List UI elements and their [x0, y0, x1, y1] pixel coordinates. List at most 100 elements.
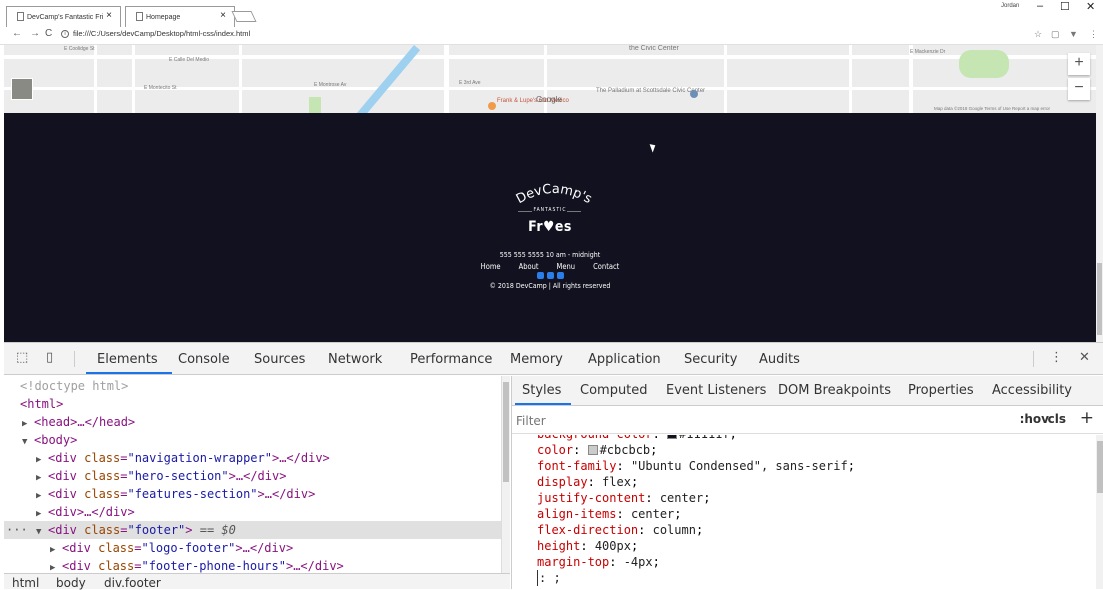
css-rules[interactable]: background-color: #11111f; color: #cbcbc… [512, 435, 1096, 589]
device-toolbar-icon[interactable]: ▯ [46, 350, 62, 366]
place-pin-icon[interactable] [690, 90, 698, 98]
tree-node-features-section[interactable]: ▶ <div class="features-section">…</div> [36, 485, 315, 503]
color-swatch[interactable] [667, 435, 678, 439]
reload-icon[interactable]: C [45, 28, 52, 39]
page-icon [17, 12, 24, 21]
css-new-declaration-input[interactable]: : ; [537, 570, 561, 586]
tab-properties[interactable]: Properties [908, 383, 974, 398]
expand-triangle-icon: ▶ [50, 563, 56, 573]
styles-scrollbar-thumb[interactable] [1097, 441, 1103, 493]
tab-application[interactable]: Application [588, 352, 661, 367]
tree-node-logo-footer[interactable]: ▶ <div class="logo-footer">…</div> [50, 539, 293, 557]
tab-dom-breakpoints[interactable]: DOM Breakpoints [778, 383, 891, 398]
css-declaration[interactable]: display: flex; [537, 474, 638, 490]
elements-tree[interactable]: <!doctype html> <html> ▶ <head>…</head> ▼… [4, 376, 501, 573]
google-map[interactable]: E Coolidge St E Calle Del Medio E Montec… [4, 45, 1096, 113]
url-field[interactable]: i file:///C:/Users/devCamp/Desktop/html-… [61, 29, 250, 38]
tab-accessibility[interactable]: Accessibility [992, 383, 1072, 398]
breadcrumb: html body div.footer [4, 573, 510, 590]
css-declaration[interactable]: margin-top: -4px; [537, 554, 660, 570]
styles-pane: Styles Computed Event Listeners DOM Brea… [511, 376, 1103, 589]
tree-node-div[interactable]: ▶ <div>…</div> [36, 503, 135, 521]
tree-node-footer-selected[interactable]: ··· ▼ <div class="footer"> == $0 [4, 521, 501, 539]
google-logo: Google [536, 95, 562, 104]
page-scrollbar-thumb[interactable] [1097, 263, 1102, 335]
extension-icon[interactable]: ▢ [1051, 29, 1060, 40]
color-swatch[interactable] [587, 445, 598, 455]
devtools-tab-bar: ⬚ ▯ Elements Console Sources Network Per… [4, 343, 1103, 375]
page-scrollbar[interactable] [1096, 45, 1103, 342]
css-declaration[interactable]: justify-content: center; [537, 490, 710, 506]
window-close-icon[interactable]: ✕ [1086, 0, 1095, 13]
bookmark-star-icon[interactable]: ☆ [1034, 29, 1042, 40]
css-declaration[interactable]: align-items: center; [537, 506, 682, 522]
styles-filter-input[interactable] [516, 410, 972, 431]
tab-performance[interactable]: Performance [410, 352, 492, 367]
tree-node-doctype[interactable]: <!doctype html> [20, 377, 128, 395]
footer-link-home[interactable]: Home [481, 262, 501, 271]
toolbar-divider [1033, 351, 1034, 367]
tab-console[interactable]: Console [178, 352, 230, 367]
styles-scrollbar[interactable] [1096, 435, 1103, 589]
css-declaration[interactable]: height: 400px; [537, 538, 638, 554]
zoom-out-button[interactable]: − [1068, 78, 1090, 100]
tree-node-body[interactable]: ▼ <body> [22, 431, 77, 449]
twitter-icon[interactable] [546, 272, 554, 279]
back-icon[interactable]: ← [12, 28, 22, 39]
forward-icon[interactable]: → [30, 28, 40, 39]
facebook-icon[interactable] [556, 272, 564, 279]
menu-dots-icon[interactable]: ⋮ [1089, 29, 1098, 40]
tab-styles[interactable]: Styles [522, 383, 561, 398]
devtools-close-icon[interactable]: ✕ [1079, 350, 1095, 366]
css-declaration[interactable]: color: #cbcbcb; [537, 442, 657, 458]
footer-link-menu[interactable]: Menu [557, 262, 576, 271]
elements-scrollbar[interactable] [501, 376, 510, 573]
satellite-view-toggle[interactable] [11, 78, 33, 100]
elements-scrollbar-thumb[interactable] [503, 382, 509, 482]
tree-node-html[interactable]: <html> [20, 395, 63, 413]
toolbar-divider [74, 351, 75, 367]
inspect-element-icon[interactable]: ⬚ [16, 350, 32, 366]
restaurant-pin-icon[interactable] [488, 102, 496, 110]
css-declaration[interactable]: flex-direction: column; [537, 522, 703, 538]
mouse-cursor-icon [649, 142, 658, 153]
tab-security[interactable]: Security [684, 352, 737, 367]
footer-link-about[interactable]: About [519, 262, 539, 271]
new-tab-button[interactable] [231, 11, 257, 22]
browser-tab[interactable]: DevCamp's Fantastic Fri × [6, 6, 121, 27]
new-style-rule-icon[interactable]: + [1080, 408, 1094, 428]
devtools-menu-icon[interactable]: ⋮ [1050, 350, 1066, 366]
instagram-icon[interactable] [536, 272, 544, 279]
tab-sources[interactable]: Sources [254, 352, 305, 367]
tree-node-phone-hours[interactable]: ▶ <div class="footer-phone-hours">…</div> [50, 557, 344, 573]
tab-elements[interactable]: Elements [97, 352, 158, 367]
tree-node-hero-section[interactable]: ▶ <div class="hero-section">…</div> [36, 467, 286, 485]
tree-node-head[interactable]: ▶ <head>…</head> [22, 413, 135, 431]
footer-link-contact[interactable]: Contact [593, 262, 619, 271]
tab-computed[interactable]: Computed [580, 383, 648, 398]
tab-audits[interactable]: Audits [759, 352, 800, 367]
footer-copyright: © 2018 DevCamp | All rights reserved [489, 282, 611, 290]
tab-memory[interactable]: Memory [510, 352, 563, 367]
browser-tab-active[interactable]: Homepage × [125, 6, 235, 27]
collapse-triangle-icon: ▼ [22, 437, 28, 447]
extension-filter-icon[interactable]: ▼ [1069, 29, 1078, 39]
site-footer: DevCamp's FANTASTIC Fr♥es 555 555 5555 1… [4, 113, 1096, 342]
maximize-icon[interactable]: ☐ [1060, 0, 1070, 13]
css-declaration[interactable]: background-color: #11111f; [537, 435, 737, 442]
logo-divider [567, 211, 581, 212]
map-label: E Mackenzie Dr [910, 49, 946, 55]
css-declaration[interactable]: font-family: "Ubuntu Condensed", sans-se… [537, 458, 855, 474]
map-label: E Calle Del Medio [169, 57, 210, 63]
close-tab-icon[interactable]: × [106, 10, 112, 21]
zoom-in-button[interactable]: + [1068, 53, 1090, 75]
info-icon[interactable]: i [61, 29, 69, 38]
profile-name[interactable]: Jordan [1001, 3, 1019, 9]
minimize-icon[interactable]: – [1037, 0, 1043, 12]
browser-tab-strip: DevCamp's Fantastic Fri × Homepage × Jor… [0, 0, 1103, 27]
tab-network[interactable]: Network [328, 352, 382, 367]
class-toggle[interactable]: .cls [1043, 412, 1066, 426]
tab-event-listeners[interactable]: Event Listeners [666, 383, 766, 398]
tree-node-nav-wrapper[interactable]: ▶ <div class="navigation-wrapper">…</div> [36, 449, 330, 467]
close-tab-icon[interactable]: × [220, 10, 226, 21]
